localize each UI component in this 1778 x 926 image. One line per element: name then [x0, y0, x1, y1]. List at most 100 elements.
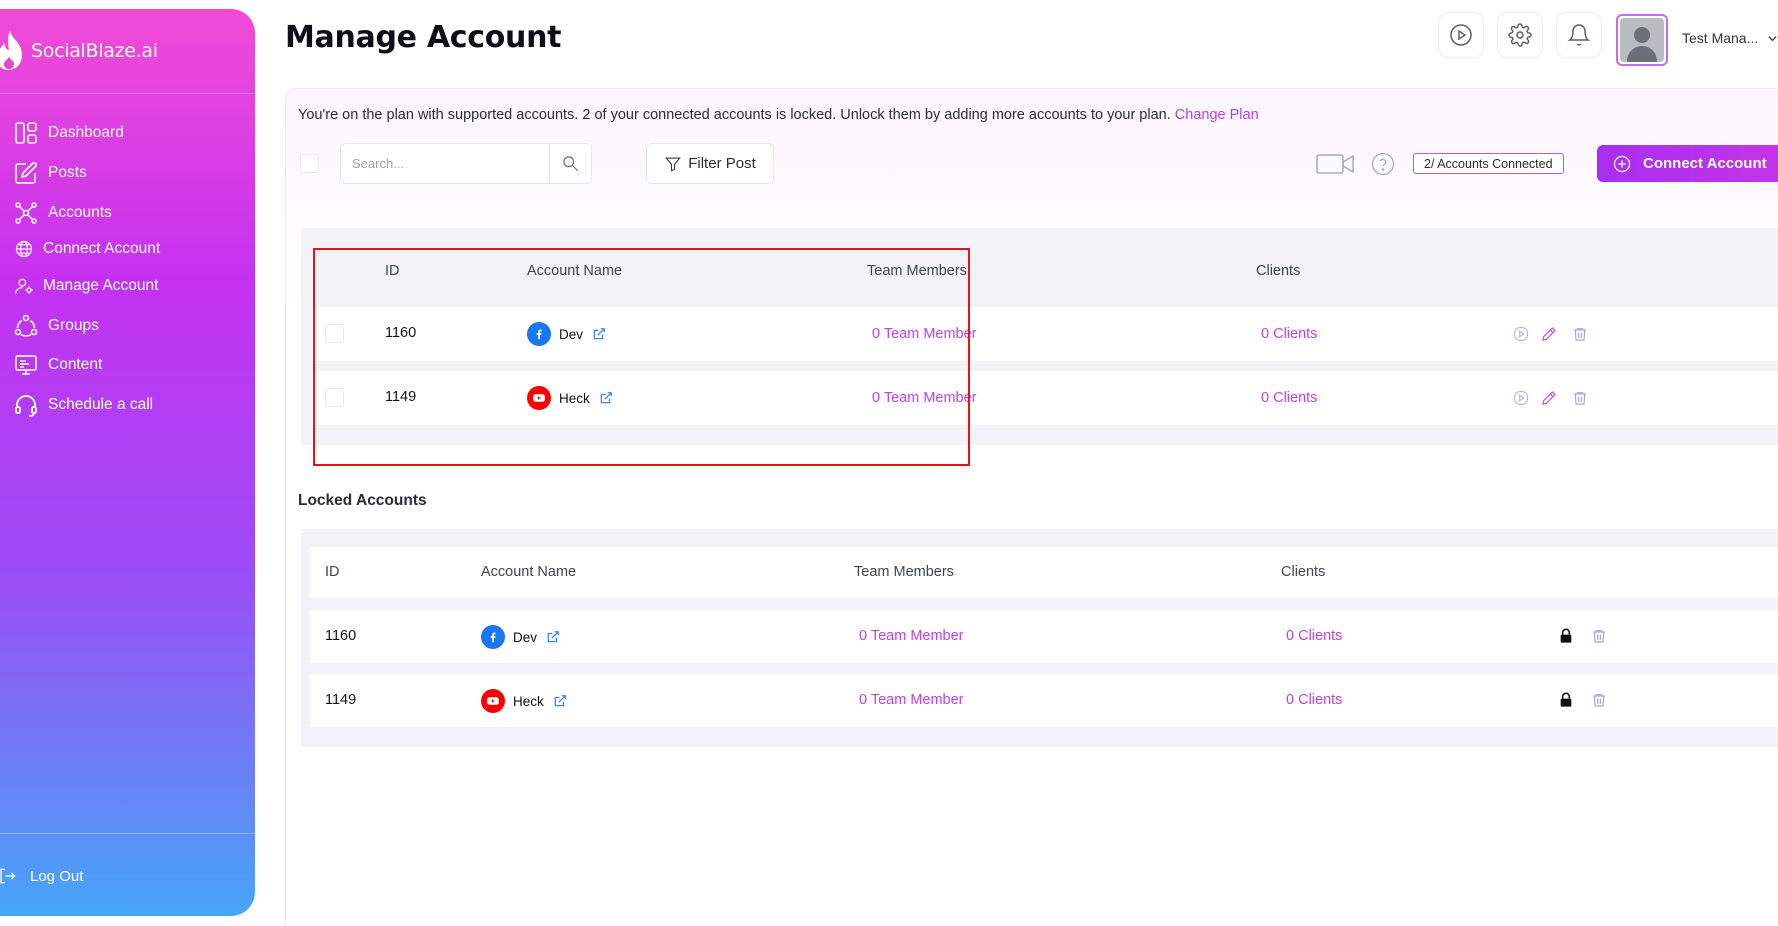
user-name[interactable]: Test Mana... — [1682, 30, 1758, 46]
column-header-clients: Clients — [1256, 263, 1301, 279]
team-members-link[interactable]: 0 Team Member — [872, 326, 977, 342]
monitor-icon — [15, 355, 37, 375]
trash-icon[interactable] — [1591, 628, 1607, 644]
facebook-icon — [527, 322, 551, 346]
settings-button[interactable] — [1497, 12, 1543, 58]
filter-post-label: Filter Post — [688, 155, 756, 172]
gear-icon — [1508, 23, 1532, 47]
column-header-id: ID — [325, 564, 340, 580]
account-name: Heck — [559, 390, 590, 406]
row-id: 1160 — [385, 325, 417, 341]
team-members-link[interactable]: 0 Team Member — [859, 628, 964, 644]
search-box — [340, 143, 592, 184]
account-name-cell: Heck — [527, 386, 613, 410]
sidebar-item-groups[interactable]: Groups — [14, 314, 99, 338]
external-link-icon[interactable] — [553, 694, 567, 708]
sidebar-item-schedule-call[interactable]: Schedule a call — [14, 393, 153, 417]
sidebar-item-label: Groups — [48, 317, 99, 334]
clients-link[interactable]: 0 Clients — [1261, 390, 1317, 406]
sidebar-item-label: Accounts — [48, 204, 112, 221]
edit-icon — [15, 162, 37, 184]
flame-logo-icon — [0, 31, 22, 70]
column-header-team-members: Team Members — [867, 263, 967, 279]
youtube-icon — [527, 386, 551, 410]
locked-accounts-title: Locked Accounts — [298, 492, 427, 509]
table-row: 1149 Heck 0 Team Member 0 Clients — [315, 371, 1778, 425]
brand-divider — [0, 93, 255, 94]
lock-icon[interactable] — [1558, 628, 1574, 644]
sidebar-item-label: Schedule a call — [48, 396, 154, 413]
edit-icon[interactable] — [1541, 390, 1557, 406]
sidebar-item-content[interactable]: Content — [14, 353, 102, 377]
chevron-down-icon[interactable] — [1767, 33, 1778, 44]
account-name-cell: Dev — [527, 322, 606, 346]
play-circle-icon[interactable] — [1513, 390, 1529, 406]
trash-icon[interactable] — [1572, 326, 1588, 342]
account-name: Dev — [513, 629, 538, 645]
external-link-icon[interactable] — [592, 327, 606, 341]
search-icon — [562, 155, 578, 171]
groups-icon — [14, 314, 38, 337]
main-panel — [285, 88, 1778, 926]
user-silhouette-icon — [1620, 18, 1664, 62]
help-icon[interactable] — [1371, 152, 1395, 176]
headset-icon — [15, 395, 37, 417]
play-circle-icon[interactable] — [1513, 326, 1529, 342]
dashboard-icon — [15, 122, 37, 144]
column-header-id: ID — [385, 263, 400, 279]
logout-button[interactable]: Log Out — [0, 867, 83, 885]
select-all-checkbox[interactable] — [300, 154, 319, 173]
account-name-cell: Dev — [481, 625, 560, 649]
connect-account-label: Connect Account — [1643, 155, 1767, 172]
sidebar-item-label: Manage Account — [43, 277, 159, 294]
clients-link[interactable]: 0 Clients — [1286, 692, 1342, 708]
sidebar-item-manage-account[interactable]: Manage Account — [14, 276, 158, 296]
edit-icon[interactable] — [1541, 326, 1557, 342]
sidebar-item-accounts[interactable]: Accounts — [14, 201, 112, 225]
row-id: 1149 — [385, 389, 417, 405]
sidebar-item-label: Posts — [48, 164, 87, 181]
connect-account-button[interactable]: Connect Account — [1597, 145, 1778, 182]
sidebar-item-label: Connect Account — [43, 240, 161, 257]
youtube-icon — [481, 689, 505, 713]
facebook-icon — [481, 625, 505, 649]
filter-post-button[interactable]: Filter Post — [646, 143, 774, 184]
trash-icon[interactable] — [1591, 692, 1607, 708]
brand[interactable]: SocialBlaze.ai — [0, 31, 158, 71]
search-button[interactable] — [549, 144, 591, 183]
plan-notice: You're on the plan with supported accoun… — [298, 107, 1259, 123]
column-header-clients: Clients — [1281, 564, 1326, 580]
table-header-row: ID Account Name Team Members Clients — [310, 547, 1778, 598]
row-id: 1149 — [325, 692, 357, 708]
external-link-icon[interactable] — [546, 630, 560, 644]
column-header-account-name: Account Name — [527, 263, 623, 279]
sidebar-item-dashboard[interactable]: Dashboard — [14, 121, 124, 145]
trash-icon[interactable] — [1572, 390, 1588, 406]
sidebar-item-posts[interactable]: Posts — [14, 161, 87, 185]
lock-icon[interactable] — [1558, 692, 1574, 708]
table-row: 1160 Dev 0 Team Member 0 Clients — [315, 307, 1778, 361]
clients-link[interactable]: 0 Clients — [1286, 628, 1342, 644]
tutorial-button[interactable] — [1438, 12, 1484, 58]
row-checkbox[interactable] — [325, 324, 344, 343]
sidebar-item-connect-account[interactable]: Connect Account — [14, 239, 160, 259]
team-members-link[interactable]: 0 Team Member — [872, 390, 977, 406]
table-row: 1160 Dev 0 Team Member 0 Clients — [310, 610, 1778, 663]
team-members-link[interactable]: 0 Team Member — [859, 692, 964, 708]
row-checkbox[interactable] — [325, 388, 344, 407]
search-input[interactable] — [341, 144, 549, 183]
plan-notice-text: You're on the plan with supported accoun… — [298, 107, 1171, 123]
sidebar: SocialBlaze.ai Dashboard Posts Accounts … — [0, 9, 255, 916]
table-row: 1149 Heck 0 Team Member 0 Clients — [310, 674, 1778, 727]
change-plan-link[interactable]: Change Plan — [1175, 107, 1259, 123]
external-link-icon[interactable] — [599, 391, 613, 405]
avatar[interactable] — [1616, 14, 1668, 66]
network-icon — [15, 202, 37, 224]
sidebar-item-label: Dashboard — [48, 124, 124, 141]
notifications-button[interactable] — [1556, 12, 1602, 58]
clients-link[interactable]: 0 Clients — [1261, 326, 1317, 342]
account-name: Dev — [559, 326, 584, 342]
logout-divider — [0, 833, 255, 834]
video-camera-icon[interactable] — [1316, 152, 1354, 176]
accounts-connected-badge: 2/ Accounts Connected — [1413, 153, 1564, 174]
